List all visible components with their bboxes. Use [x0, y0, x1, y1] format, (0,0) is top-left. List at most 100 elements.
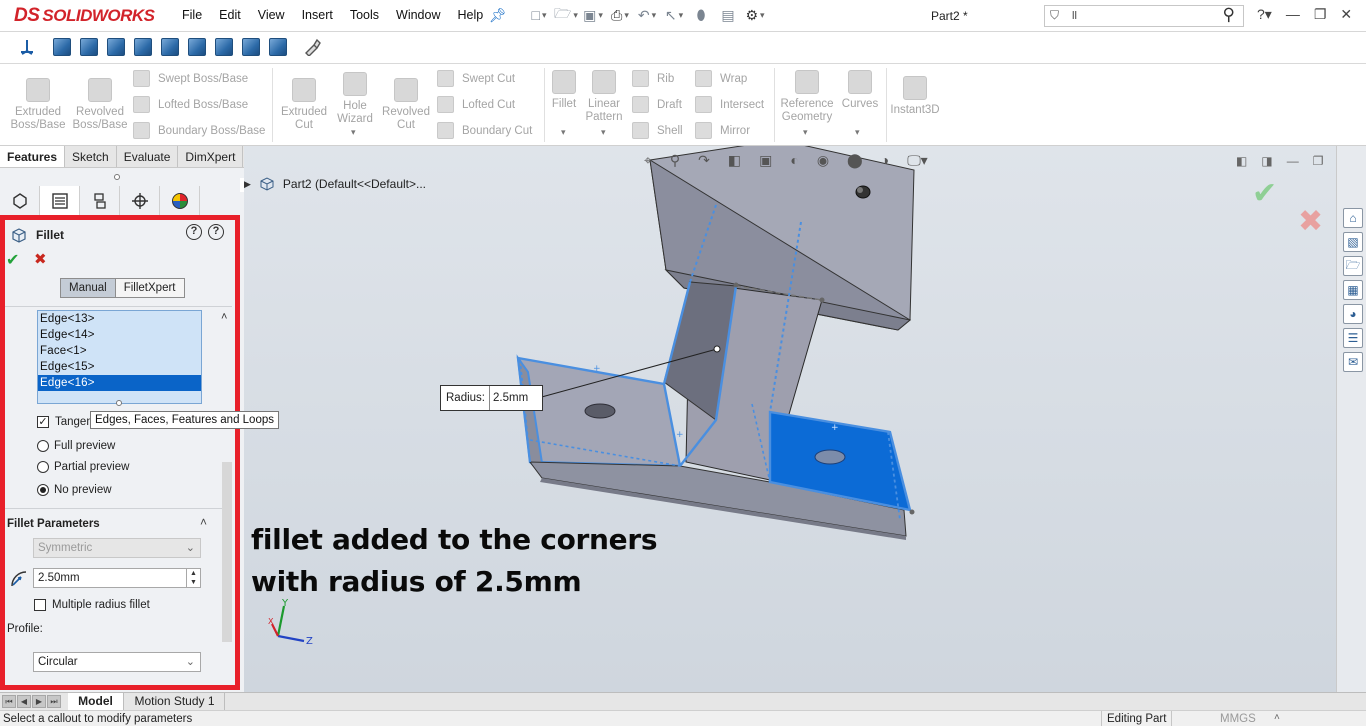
- file-explorer-icon[interactable]: 🗁︎: [1343, 256, 1363, 276]
- undo-icon[interactable]: ↶: [638, 5, 656, 25]
- property-manager-scrollbar[interactable]: [222, 462, 232, 642]
- view-orientation-icon[interactable]: ▣: [759, 152, 772, 169]
- rebuild-icon[interactable]: ⬮: [692, 5, 710, 25]
- motion-study-tab[interactable]: Motion Study 1: [125, 693, 225, 711]
- boundary-boss-button[interactable]: Boundary Boss/Base: [133, 122, 265, 139]
- previous-view-icon[interactable]: ↷: [698, 152, 710, 169]
- view-settings-icon[interactable]: 🖵︎▾: [907, 152, 928, 169]
- dimxpertmanager-tab[interactable]: [120, 186, 160, 216]
- full-preview-radio[interactable]: Full preview: [37, 440, 115, 452]
- zoom-to-area-icon[interactable]: ⚲: [670, 152, 680, 169]
- menu-window[interactable]: Window: [396, 8, 440, 22]
- list-resize-handle[interactable]: [116, 400, 122, 406]
- list-item[interactable]: Edge<15>: [38, 359, 201, 375]
- left-view-icon[interactable]: [107, 38, 125, 56]
- profile-select[interactable]: Circular ⌄: [33, 652, 201, 672]
- edit-appearance-icon[interactable]: ⬤: [847, 152, 863, 169]
- help-menu-icon[interactable]: ?▾: [1257, 6, 1272, 23]
- unit-system-indicator[interactable]: MMGS: [1220, 713, 1256, 725]
- menu-help[interactable]: Help: [458, 8, 484, 22]
- tab-features[interactable]: Features: [0, 146, 66, 167]
- viewport-collapse-left-icon[interactable]: ◧: [1236, 154, 1247, 168]
- display-style-icon[interactable]: ◐: [790, 152, 798, 169]
- next-tab-arrow-icon[interactable]: ▶: [32, 695, 46, 708]
- reference-geometry-button[interactable]: Reference Geometry: [778, 70, 836, 124]
- shell-button[interactable]: Shell: [632, 122, 683, 139]
- viewport-restore-icon[interactable]: ❐: [1313, 154, 1324, 168]
- rib-button[interactable]: Rib: [632, 70, 674, 87]
- options-gear-icon[interactable]: ⚙: [745, 5, 764, 25]
- view-palette-icon[interactable]: ▦: [1343, 280, 1363, 300]
- hole-wizard-dropdown-icon[interactable]: ▾: [351, 127, 356, 138]
- design-library-icon[interactable]: ▧: [1343, 232, 1363, 252]
- reference-geometry-dropdown-icon[interactable]: ▾: [803, 127, 808, 138]
- appearances-scenes-icon[interactable]: ◕: [1343, 304, 1363, 324]
- items-to-fillet-list[interactable]: Edge<13> Edge<14> Face<1> Edge<15> Edge<…: [37, 310, 202, 404]
- list-item[interactable]: Face<1>: [38, 343, 201, 359]
- select-arrow-icon[interactable]: ↖: [665, 5, 683, 25]
- dimetric-view-icon[interactable]: [269, 38, 287, 56]
- multiple-radius-fillet-checkbox[interactable]: Multiple radius fillet: [34, 599, 150, 611]
- fillet-button[interactable]: Fillet: [546, 70, 582, 111]
- lofted-boss-button[interactable]: Lofted Boss/Base: [133, 96, 248, 113]
- swept-boss-button[interactable]: Swept Boss/Base: [133, 70, 248, 87]
- list-item[interactable]: Edge<14>: [38, 327, 201, 343]
- wrap-button[interactable]: Wrap: [695, 70, 747, 87]
- revolved-boss-button[interactable]: Revolved Boss/Base: [72, 78, 128, 132]
- feature-tree-root[interactable]: ▶ Part2 (Default<<Default>...: [244, 176, 426, 192]
- print-icon[interactable]: ⎙: [611, 5, 629, 25]
- help-icon[interactable]: ?: [208, 224, 224, 240]
- radio-on-icon[interactable]: [37, 484, 49, 496]
- chevron-up-icon[interactable]: ˄: [200, 515, 207, 529]
- model-tab[interactable]: Model: [68, 693, 124, 711]
- checkbox-checked-icon[interactable]: ✓: [37, 416, 49, 428]
- tab-dimxpert[interactable]: DimXpert: [178, 146, 244, 167]
- right-view-icon[interactable]: [134, 38, 152, 56]
- bottom-view-icon[interactable]: [188, 38, 206, 56]
- close-window-icon[interactable]: ✕: [1340, 6, 1352, 23]
- manual-mode-button[interactable]: Manual: [61, 279, 116, 297]
- curves-button[interactable]: Curves: [840, 70, 880, 111]
- zoom-to-fit-icon[interactable]: ⌖: [644, 152, 652, 169]
- graphics-area[interactable]: + + + ▶ Part2 (Default<<Default>... ⌖ ⚲ …: [244, 146, 1336, 692]
- panel-splitter-handle[interactable]: [114, 174, 120, 180]
- open-folder-icon[interactable]: 🗁︎: [554, 5, 575, 25]
- radius-callout[interactable]: Radius: 2.5mm: [440, 385, 544, 411]
- extruded-boss-button[interactable]: Extruded Boss/Base: [10, 78, 66, 132]
- partial-preview-radio[interactable]: Partial preview: [37, 461, 129, 473]
- spin-up-icon[interactable]: ▲: [187, 569, 200, 578]
- radius-spinner[interactable]: ▲ ▼: [186, 569, 200, 587]
- chevron-down-icon[interactable]: ⌄: [186, 655, 195, 668]
- revolved-cut-button[interactable]: Revolved Cut: [380, 78, 432, 132]
- new-document-icon[interactable]: □: [530, 5, 548, 25]
- back-view-icon[interactable]: [80, 38, 98, 56]
- search-icon[interactable]: ⚲: [1223, 5, 1235, 25]
- apply-scene-icon[interactable]: ◑: [881, 152, 889, 169]
- no-preview-radio[interactable]: No preview: [37, 484, 112, 496]
- list-item-selected[interactable]: Edge<16>: [38, 375, 201, 391]
- extruded-cut-button[interactable]: Extruded Cut: [278, 78, 330, 132]
- tab-evaluate[interactable]: Evaluate: [117, 146, 179, 167]
- displaymanager-tab[interactable]: [160, 186, 200, 216]
- fillet-parameters-header[interactable]: Fillet Parameters: [7, 518, 100, 530]
- confirmation-corner-ok-icon[interactable]: ✔: [1252, 176, 1277, 211]
- unit-system-dropdown-icon[interactable]: ˄: [1274, 712, 1280, 723]
- custom-properties-icon[interactable]: ☰: [1343, 328, 1363, 348]
- search-commands-box[interactable]: ⛉ ll ⚲: [1044, 5, 1244, 27]
- spin-down-icon[interactable]: ▼: [187, 578, 200, 587]
- file-properties-icon[interactable]: ▤: [719, 5, 737, 25]
- last-tab-arrow-icon[interactable]: ⏭︎: [47, 695, 61, 708]
- linear-pattern-dropdown-icon[interactable]: ▾: [601, 127, 606, 138]
- menu-tools[interactable]: Tools: [350, 8, 379, 22]
- minimize-window-icon[interactable]: —: [1286, 6, 1300, 23]
- section-view-icon[interactable]: ◧: [728, 152, 741, 169]
- hole-wizard-button[interactable]: Hole Wizard: [330, 72, 380, 126]
- tab-sketch[interactable]: Sketch: [65, 146, 117, 167]
- radio-off-icon[interactable]: [37, 461, 49, 473]
- lofted-cut-button[interactable]: Lofted Cut: [437, 96, 515, 113]
- pin-menu-icon[interactable]: 📌︎: [489, 7, 507, 24]
- solidworks-logo[interactable]: DS SOLIDWORKS: [14, 4, 155, 28]
- ok-check-icon[interactable]: ✔: [6, 250, 19, 270]
- trimetric-view-icon[interactable]: [242, 38, 260, 56]
- configurationmanager-tab[interactable]: [80, 186, 120, 216]
